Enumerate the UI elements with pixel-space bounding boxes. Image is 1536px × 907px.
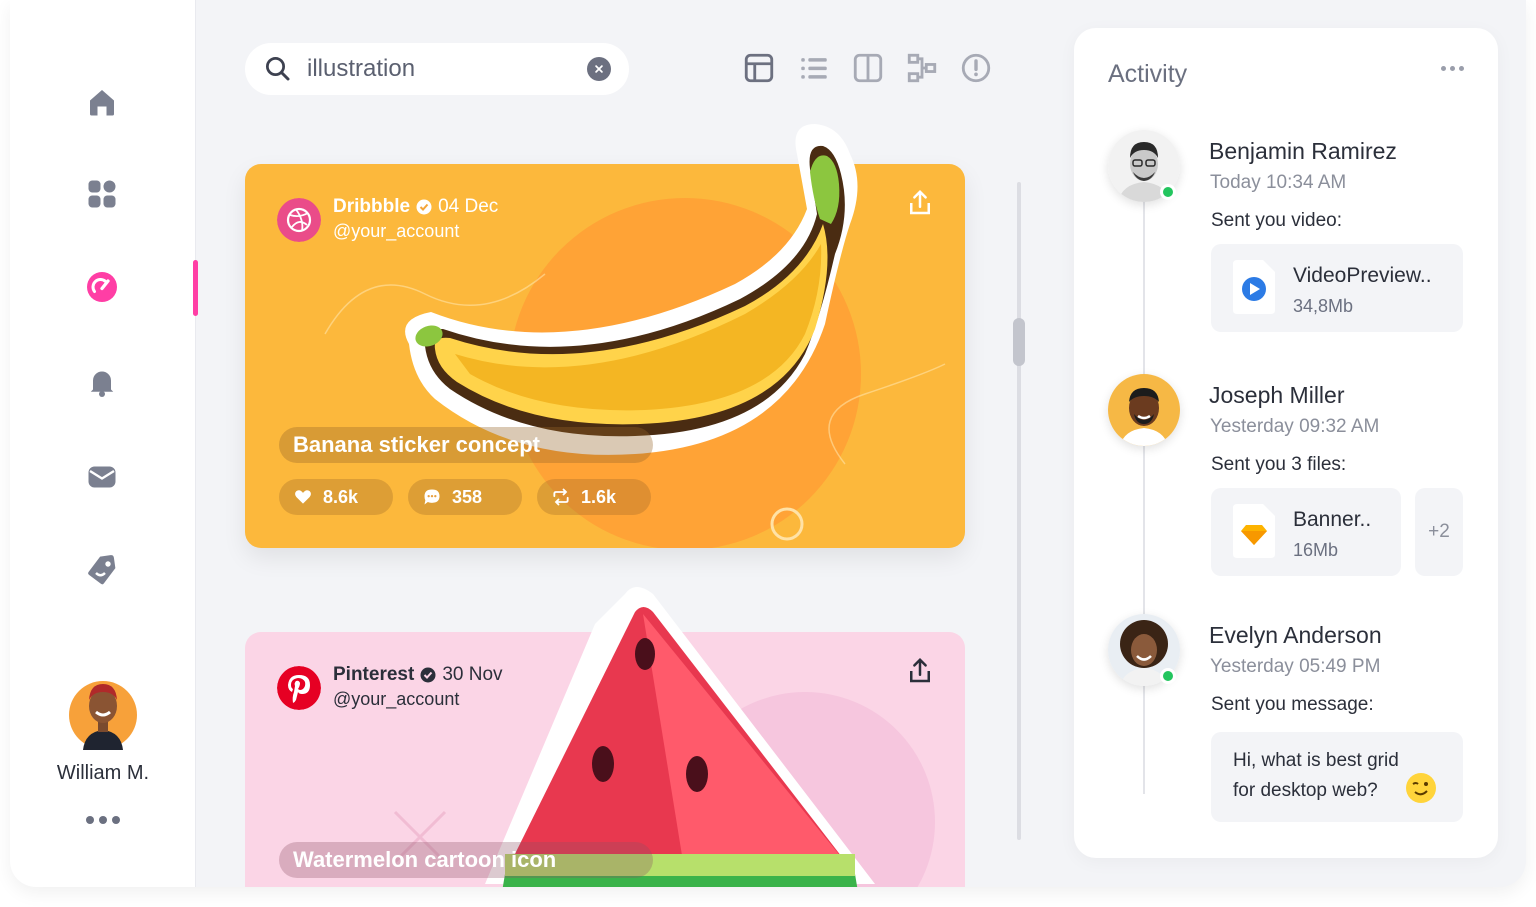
sketch-file-icon: [1233, 504, 1275, 558]
file-size: 16Mb: [1293, 540, 1339, 560]
file-name: VideoPreview..: [1293, 264, 1432, 287]
activity-time: Yesterday 09:32 AM: [1210, 416, 1380, 437]
verified-icon: [416, 199, 432, 215]
grid-view-icon[interactable]: [741, 50, 777, 86]
card-source[interactable]: Pinterest: [333, 664, 414, 686]
likes-count: 8.6k: [323, 486, 359, 507]
online-status: [1160, 184, 1176, 200]
search-icon: [266, 57, 290, 81]
comments-count: 358: [452, 486, 483, 507]
split-view-icon[interactable]: [850, 50, 886, 86]
card-date: 30 Nov: [442, 664, 503, 685]
activity-title: Activity: [1108, 60, 1188, 88]
bell-icon[interactable]: [80, 360, 124, 404]
share-icon[interactable]: [905, 188, 935, 218]
comments-button[interactable]: 358: [408, 479, 522, 515]
feed-scrollbar-track[interactable]: [1017, 182, 1021, 840]
mail-icon[interactable]: [80, 455, 124, 499]
hierarchy-view-icon[interactable]: [904, 50, 940, 86]
search-input[interactable]: illustration: [307, 55, 587, 83]
chat-message[interactable]: Hi, what is best grid for desktop web?: [1211, 732, 1463, 822]
card-source-line: Dribbble 04 Dec: [333, 196, 498, 218]
activity-user-name[interactable]: Evelyn Anderson: [1209, 622, 1382, 649]
activity-panel: Activity Benjamin Ramirez Today 10:34 AM…: [1074, 28, 1498, 858]
verified-icon: [420, 667, 436, 683]
reposts-button[interactable]: 1.6k: [537, 479, 651, 515]
card-account[interactable]: @your_account: [333, 689, 459, 710]
app-window: William M. illustration Dribbble 04 Dec …: [10, 0, 1526, 887]
tag-icon[interactable]: [80, 548, 124, 592]
dashboard-icon[interactable]: [80, 265, 124, 309]
comment-icon: [424, 489, 440, 505]
video-file-icon: [1233, 260, 1275, 314]
share-icon[interactable]: [905, 656, 935, 686]
activity-time: Yesterday 05:49 PM: [1210, 656, 1381, 677]
avatar[interactable]: [1108, 374, 1180, 446]
card-date: 04 Dec: [438, 196, 499, 217]
info-icon[interactable]: [958, 50, 994, 86]
apps-grid-icon[interactable]: [80, 172, 124, 216]
feed-card[interactable]: Dribbble 04 Dec @your_account Banana sti…: [245, 124, 965, 548]
user-avatar[interactable]: [68, 670, 138, 750]
activity-user-name[interactable]: Benjamin Ramirez: [1209, 138, 1397, 165]
file-name: Banner..: [1293, 508, 1372, 531]
card-account[interactable]: @your_account: [333, 221, 459, 242]
heart-icon: [295, 490, 311, 504]
repost-icon: [553, 488, 569, 506]
home-icon[interactable]: [80, 80, 124, 124]
wink-emoji-icon: [1406, 773, 1436, 803]
more-files-button[interactable]: +2: [1415, 488, 1463, 576]
activity-message: Sent you 3 files:: [1211, 454, 1347, 475]
dribbble-icon: [277, 198, 321, 242]
sidebar: William M.: [10, 0, 198, 887]
likes-button[interactable]: 8.6k: [279, 479, 393, 515]
card-source[interactable]: Dribbble: [333, 196, 410, 218]
active-nav-indicator: [193, 260, 198, 316]
feed-card[interactable]: Pinterest 30 Nov @your_account Watermelo…: [245, 587, 965, 887]
activity-timeline: [1143, 188, 1145, 794]
file-attachment[interactable]: VideoPreview.. 34,8Mb: [1211, 244, 1463, 332]
reposts-count: 1.6k: [581, 486, 617, 507]
activity-message: Sent you message:: [1211, 694, 1374, 715]
activity-more-icon[interactable]: [1441, 66, 1464, 71]
card-title: Watermelon cartoon icon: [279, 842, 653, 878]
activity-message: Sent you video:: [1211, 210, 1342, 231]
activity-user-name[interactable]: Joseph Miller: [1209, 382, 1345, 409]
pinterest-icon: [277, 666, 321, 710]
feed-scrollbar-thumb[interactable]: [1013, 318, 1025, 366]
online-status: [1160, 668, 1176, 684]
clear-search-icon[interactable]: [587, 57, 611, 81]
list-view-icon[interactable]: [796, 50, 832, 86]
user-more-icon[interactable]: [82, 808, 124, 832]
activity-time: Today 10:34 AM: [1210, 172, 1347, 193]
user-name: William M.: [56, 762, 150, 784]
file-size: 34,8Mb: [1293, 296, 1354, 316]
card-source-line: Pinterest 30 Nov: [333, 664, 503, 686]
card-title: Banana sticker concept: [279, 427, 653, 463]
file-attachment[interactable]: Banner.. 16Mb: [1211, 488, 1401, 576]
search-bar[interactable]: illustration: [245, 43, 629, 95]
